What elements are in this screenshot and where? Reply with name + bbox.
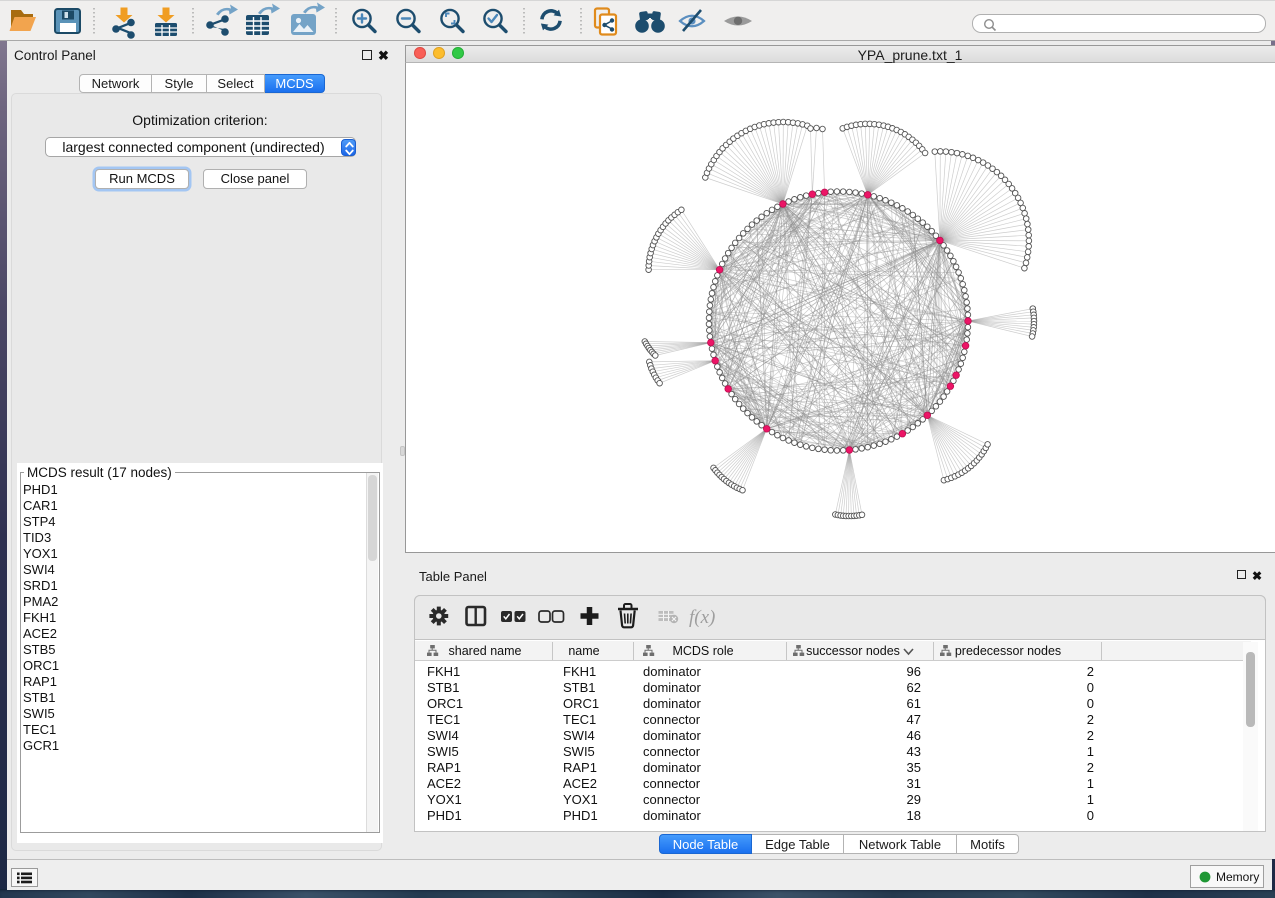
- svg-text:f(x): f(x): [689, 607, 715, 628]
